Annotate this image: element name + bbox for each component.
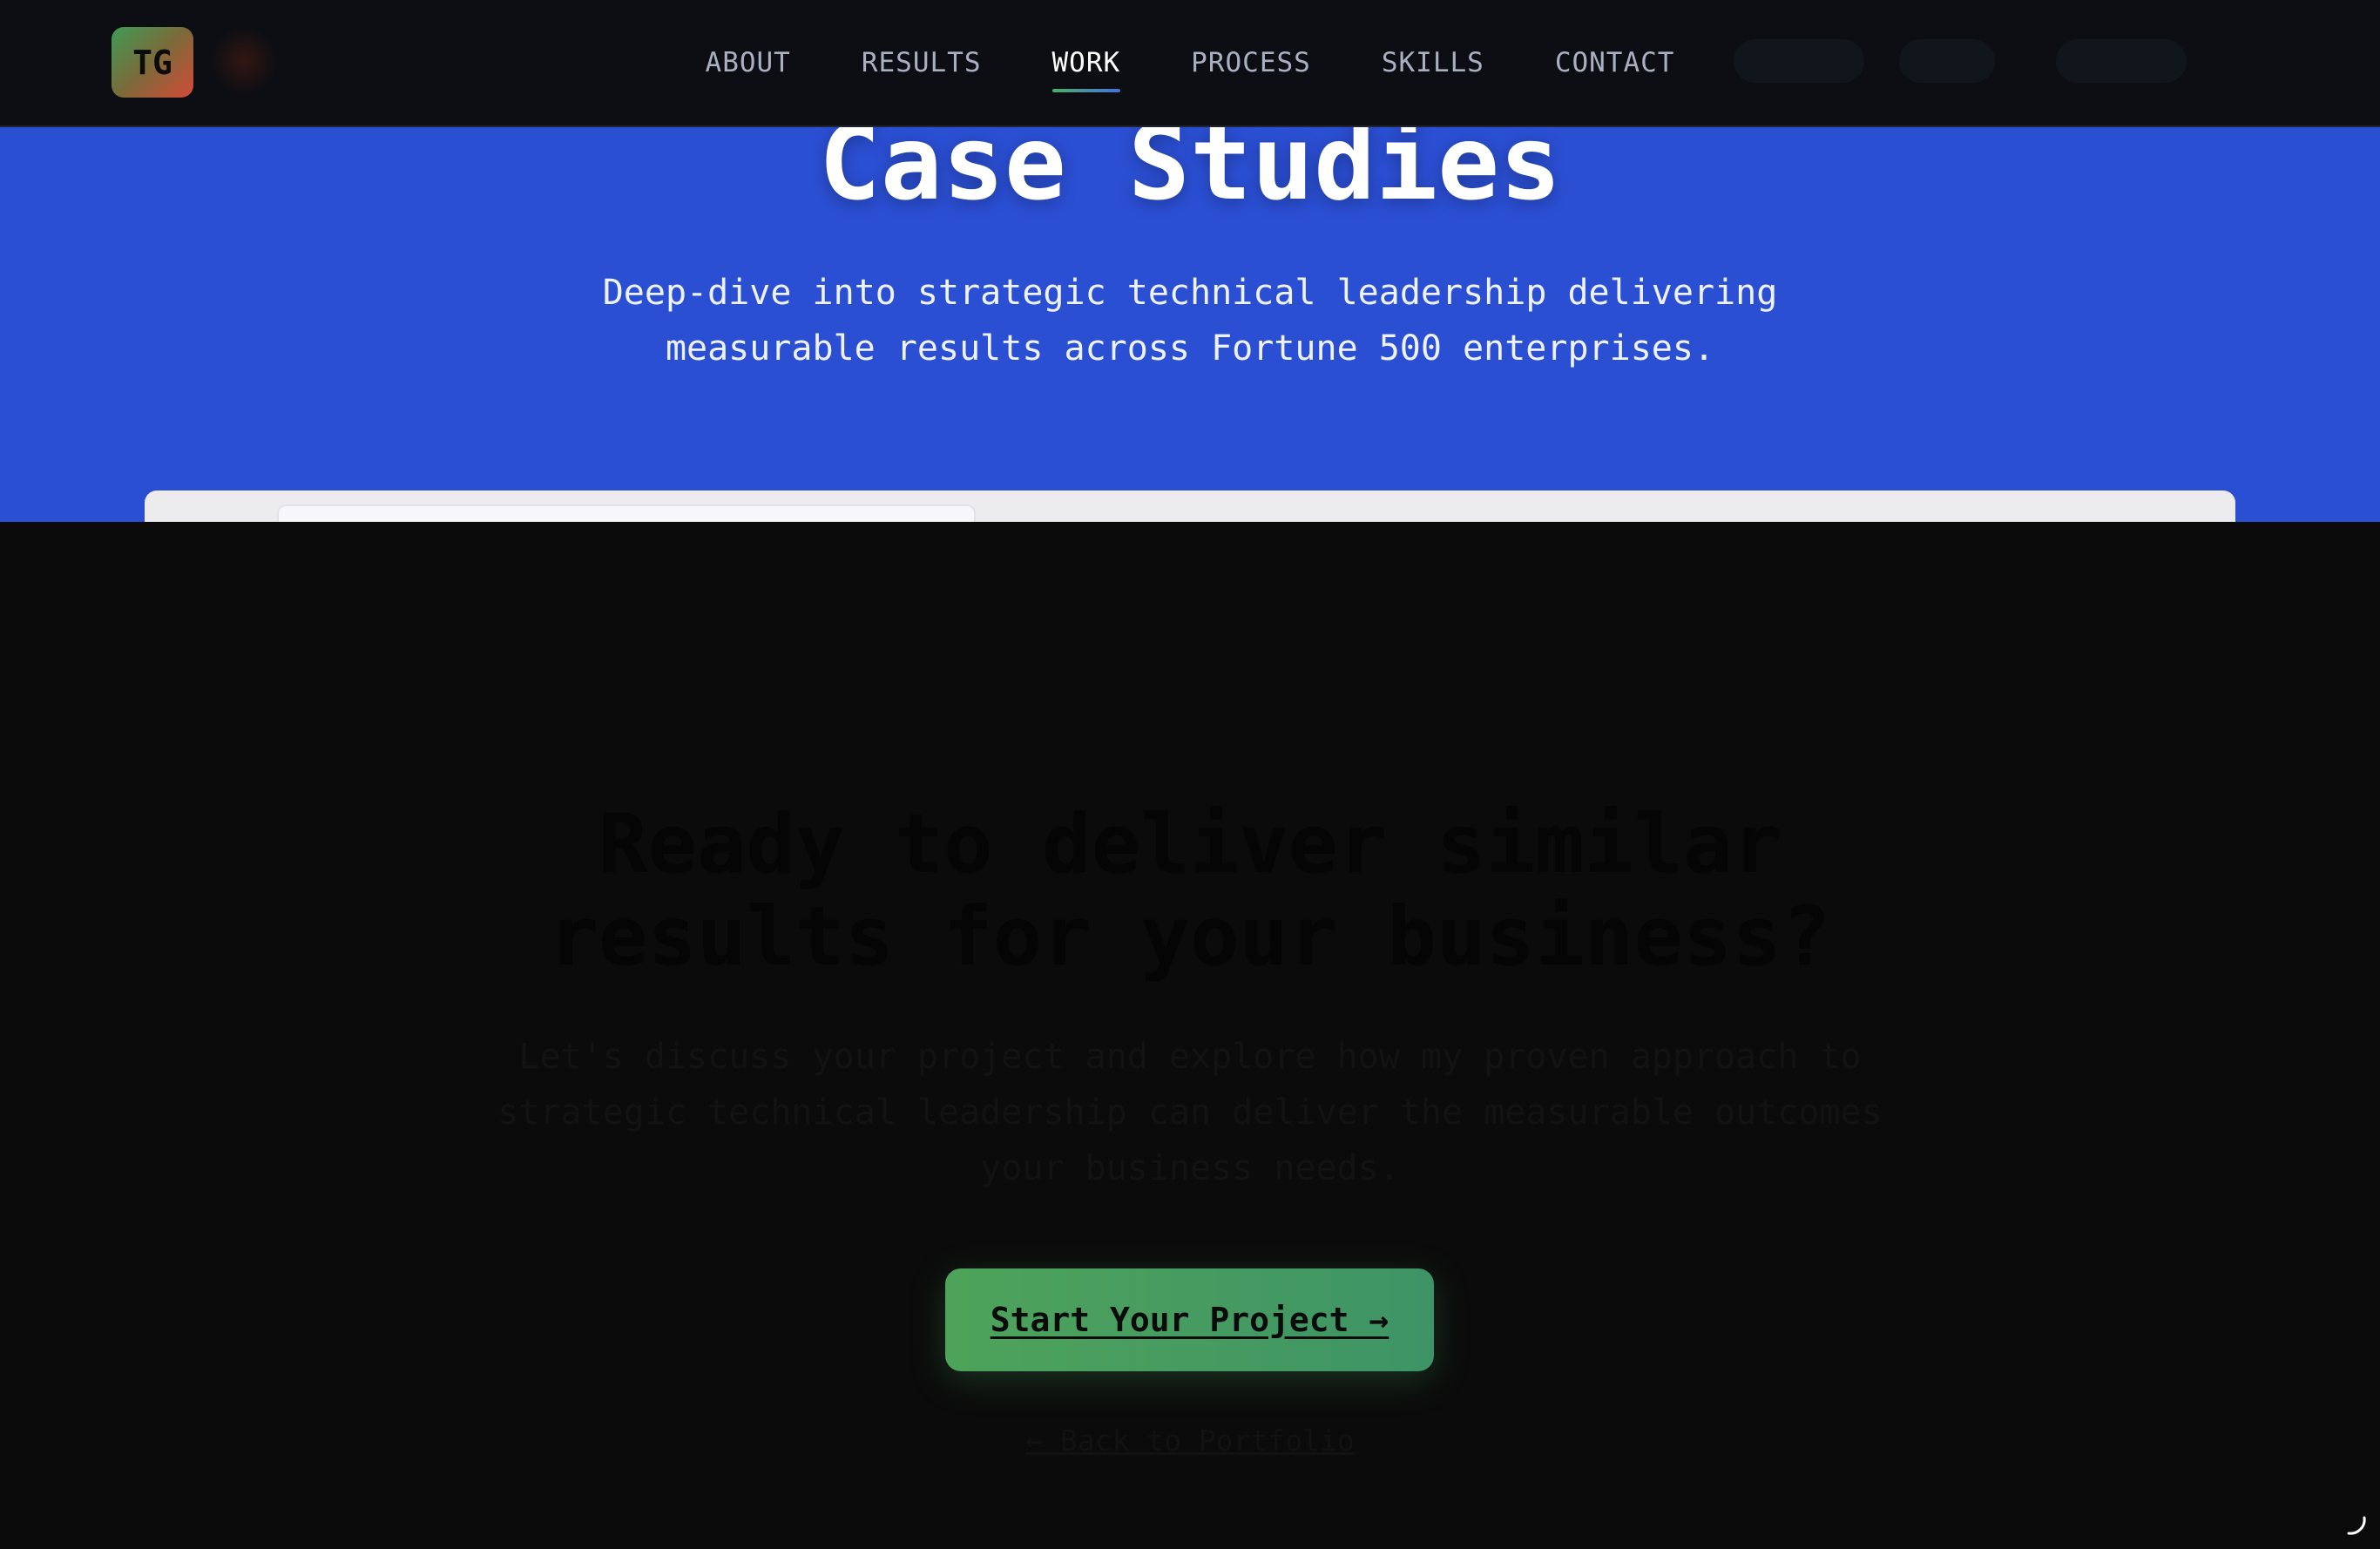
cta-section: Ready to deliver similar results for you… (0, 522, 2380, 1549)
hero-subtitle: Deep-dive into strategic technical leade… (602, 273, 1778, 369)
page: TG ABOUT RESULTS WORK PROCESS SKILLS CON… (0, 0, 2380, 1549)
page-title: Case Studies (818, 125, 1562, 223)
nav-link-skills[interactable]: SKILLS (1382, 47, 1484, 78)
back-to-portfolio-link[interactable]: ← Back to Portfolio (0, 1424, 2380, 1458)
nav-link-contact[interactable]: CONTACT (1555, 47, 1675, 78)
nav-link-results[interactable]: RESULTS (862, 47, 982, 78)
navbar: TG ABOUT RESULTS WORK PROCESS SKILLS CON… (0, 0, 2380, 127)
nav-link-work[interactable]: WORK (1051, 47, 1121, 92)
case-study-card-tab (277, 504, 976, 522)
cta-description: Let's discuss your project and explore h… (497, 1037, 1883, 1188)
hero-section: Case Studies Deep-dive into strategic te… (0, 125, 2380, 522)
nav-link-process[interactable]: PROCESS (1191, 47, 1311, 78)
nav-links: ABOUT RESULTS WORK PROCESS SKILLS CONTAC… (0, 0, 2380, 125)
cta-title: Ready to deliver similar results for you… (549, 797, 1831, 984)
case-study-card (145, 490, 2235, 522)
start-project-button[interactable]: Start Your Project → (945, 1268, 1434, 1371)
spinner-icon (2347, 1516, 2366, 1535)
nav-link-about[interactable]: ABOUT (706, 47, 791, 78)
